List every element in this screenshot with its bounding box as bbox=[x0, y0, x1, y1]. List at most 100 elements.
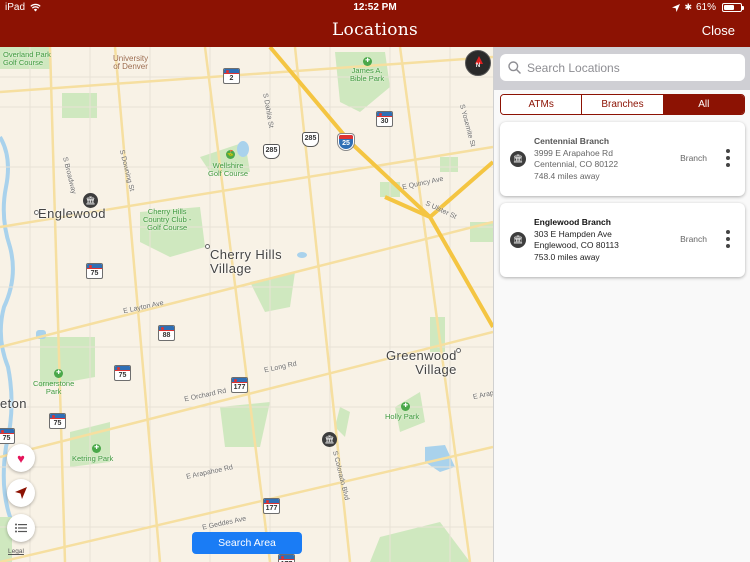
bank-glyph: 🏛 bbox=[512, 235, 524, 244]
location-info: Centennial Branch 3999 E Arapahoe Rd Cen… bbox=[534, 136, 618, 182]
shield-co-75-c: 75 bbox=[49, 413, 66, 429]
location-info: Englewood Branch 303 E Hampden Ave Engle… bbox=[534, 217, 619, 263]
battery-percent: 61% bbox=[695, 2, 716, 13]
park-james-bible: James A. Bible Park bbox=[350, 67, 384, 83]
poi-univ-denver: University of Denver bbox=[113, 54, 148, 72]
shield-co-2: 2 bbox=[223, 68, 240, 84]
park-cornerstone: Cornerstone Park bbox=[33, 380, 74, 396]
city-cherry-hills: Cherry Hills Village bbox=[210, 248, 282, 275]
battery-nub bbox=[742, 6, 744, 10]
search-box[interactable] bbox=[500, 54, 745, 81]
shield-co-177-a: 177 bbox=[231, 377, 248, 393]
filter-all[interactable]: All bbox=[662, 95, 744, 114]
city-label: Englewood bbox=[38, 206, 106, 221]
location-name: Englewood Branch bbox=[534, 217, 611, 227]
favorites-button[interactable]: ♥ bbox=[7, 444, 35, 472]
shield-i-25: 25 bbox=[338, 134, 354, 150]
park-icon: ✚ bbox=[401, 402, 410, 411]
shield-number: 2 bbox=[229, 75, 234, 82]
more-options-icon[interactable] bbox=[725, 149, 731, 167]
location-type: Branch bbox=[680, 153, 707, 163]
battery-icon bbox=[722, 3, 744, 12]
shield-number: 285 bbox=[304, 135, 317, 142]
bank-marker-centennial[interactable]: 🏛 bbox=[322, 432, 337, 447]
bank-icon: 🏛 bbox=[510, 151, 526, 167]
location-name: Centennial Branch bbox=[534, 136, 610, 146]
app-root: iPad 12:52 PM ✱ 61% Locations Close Univ… bbox=[0, 0, 750, 562]
more-options-icon[interactable] bbox=[725, 230, 731, 248]
park-areas bbox=[0, 47, 493, 562]
shield-co-30: 30 bbox=[376, 111, 393, 127]
location-distance: 753.0 miles away bbox=[534, 251, 600, 262]
shield-co-177-b: 177 bbox=[263, 498, 280, 514]
shield-number: 177 bbox=[265, 505, 278, 512]
park-label: Cherry Hills Country Club - Golf Course bbox=[143, 207, 192, 232]
search-input[interactable] bbox=[527, 60, 727, 75]
park-holly: Holly Park bbox=[385, 413, 419, 421]
shield-number: 177 bbox=[233, 384, 246, 391]
shield-co-177-c: 177 bbox=[278, 554, 295, 562]
bank-icon: 🏛 bbox=[324, 435, 335, 444]
map-background bbox=[0, 47, 493, 562]
shield-co-75-a: 75 bbox=[86, 263, 103, 279]
current-location-button[interactable] bbox=[7, 479, 35, 507]
status-time: 12:52 PM bbox=[353, 2, 397, 13]
nav-bar: Locations Close bbox=[0, 17, 750, 47]
city-label: eton bbox=[0, 396, 27, 411]
legal-link[interactable]: Legal bbox=[8, 548, 24, 555]
filter-atms[interactable]: ATMs bbox=[501, 95, 582, 114]
status-right: ✱ 61% bbox=[672, 2, 744, 13]
location-card-centennial[interactable]: 🏛 Centennial Branch 3999 E Arapahoe Rd C… bbox=[500, 122, 745, 196]
bank-icon: 🏛 bbox=[510, 232, 526, 248]
location-card-englewood[interactable]: 🏛 Englewood Branch 303 E Hampden Ave Eng… bbox=[500, 203, 745, 277]
shield-number: 30 bbox=[380, 118, 389, 125]
location-type: Branch bbox=[680, 234, 707, 244]
arterial-roads bbox=[0, 47, 493, 562]
shield-number: 75 bbox=[53, 420, 62, 427]
park-label: Holly Park bbox=[385, 412, 420, 421]
park-icon: ⛳ bbox=[226, 150, 235, 159]
list-icon bbox=[15, 523, 27, 533]
park-label: Overland Park Golf Course bbox=[3, 50, 51, 67]
list-view-button[interactable] bbox=[7, 514, 35, 542]
shield-co-75-d: 75 bbox=[0, 428, 15, 444]
city-englewood: Englewood bbox=[38, 207, 106, 221]
minor-streets bbox=[0, 47, 493, 562]
location-distance: 748.4 miles away bbox=[534, 170, 600, 181]
bank-marker-englewood[interactable]: 🏛 bbox=[83, 193, 98, 208]
shield-number: 75 bbox=[118, 372, 127, 379]
park-label: James A. Bible Park bbox=[350, 66, 385, 83]
compass-label: N bbox=[475, 63, 481, 69]
map-view[interactable]: University of Denver Overland Park Golf … bbox=[0, 47, 493, 562]
park-icon: ✚ bbox=[54, 369, 63, 378]
city-littleton: eton bbox=[0, 397, 27, 411]
compass-button[interactable]: N bbox=[465, 50, 491, 76]
status-bar: iPad 12:52 PM ✱ 61% bbox=[0, 0, 750, 17]
locations-panel: ATMs Branches All 🏛 Centennial Branch 39… bbox=[493, 47, 750, 562]
search-area-button[interactable]: Search Area bbox=[192, 532, 302, 554]
park-label: Cornerstone Park bbox=[33, 379, 75, 396]
filter-branches[interactable]: Branches bbox=[581, 95, 663, 114]
battery-fill bbox=[724, 5, 734, 10]
location-address-1: 3999 E Arapahoe Rd bbox=[534, 147, 613, 158]
location-arrow-icon bbox=[15, 487, 27, 499]
park-icon: ✚ bbox=[92, 444, 101, 453]
location-address-2: Centennial, CO 80122 bbox=[534, 159, 619, 169]
shield-number: 88 bbox=[162, 332, 171, 339]
park-icon: ✚ bbox=[363, 57, 372, 66]
park-cherry-hills-cc: Cherry Hills Country Club - Golf Course bbox=[143, 208, 191, 232]
park-overland: Overland Park Golf Course bbox=[3, 51, 51, 67]
city-label: Cherry Hills Village bbox=[210, 247, 282, 276]
close-button[interactable]: Close bbox=[702, 23, 735, 38]
shield-us-285-a: 285 bbox=[302, 132, 319, 147]
shield-number: 285 bbox=[265, 147, 278, 154]
page-title: Locations bbox=[331, 20, 419, 40]
park-label: Wellshire Golf Course bbox=[208, 161, 249, 178]
shield-number: 25 bbox=[342, 140, 350, 147]
shield-co-75-b: 75 bbox=[114, 365, 131, 381]
city-greenwood: Greenwood Village bbox=[386, 349, 457, 376]
search-bar bbox=[494, 47, 750, 90]
bank-glyph: 🏛 bbox=[512, 154, 524, 163]
search-icon bbox=[508, 61, 521, 74]
park-label: Ketring Park bbox=[72, 454, 114, 463]
